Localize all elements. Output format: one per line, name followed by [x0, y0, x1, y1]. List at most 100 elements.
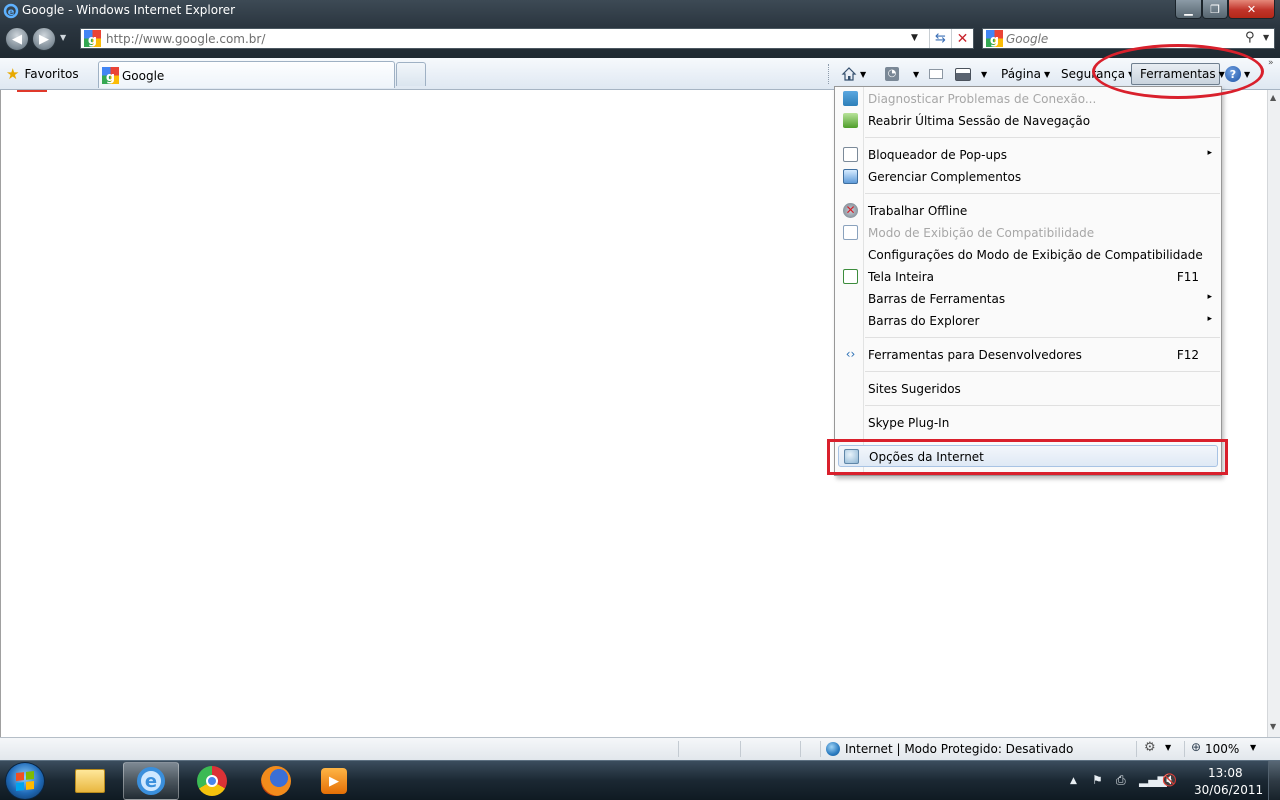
taskbar-google-chrome[interactable] — [184, 762, 240, 800]
zoom-magnifier-icon[interactable]: ⊕ — [1191, 740, 1201, 754]
taskbar-internet-explorer[interactable]: e — [123, 762, 179, 800]
folder-icon — [75, 769, 105, 793]
menu-item-reopen-session[interactable]: Reabrir Última Sessão de Navegação — [835, 110, 1221, 132]
menu-item-popup-blocker[interactable]: Bloqueador de Pop-ups ▸ — [835, 144, 1221, 166]
show-desktop-button[interactable] — [1268, 761, 1280, 800]
status-separator — [678, 741, 679, 757]
volume-muted-icon[interactable]: 🔇 — [1162, 773, 1177, 787]
taskbar-firefox[interactable] — [248, 762, 304, 800]
chevron-down-icon[interactable]: ▼ — [1165, 743, 1171, 752]
tab-google[interactable]: g Google — [98, 61, 395, 88]
back-button[interactable]: ◀ — [5, 27, 29, 51]
address-bar[interactable]: g ▼ ⇆ ✕ — [80, 28, 974, 49]
menu-item-skype-plugin[interactable]: Skype Plug-In — [835, 412, 1221, 434]
zoom-level[interactable]: 100% — [1205, 742, 1239, 756]
maximize-button[interactable]: ❐ — [1202, 0, 1228, 19]
protected-mode-gear-icon[interactable]: ⚙ — [1144, 740, 1156, 755]
reopen-session-icon — [843, 113, 858, 128]
action-center-flag-icon[interactable]: ⚑ — [1092, 773, 1103, 787]
shortcut-f11: F11 — [1176, 270, 1199, 284]
window-title: Google - Windows Internet Explorer — [22, 3, 236, 17]
google-favicon-icon: g — [84, 30, 101, 47]
refresh-icon: ⇆ — [935, 31, 946, 46]
home-button[interactable]: ▼ — [841, 63, 866, 85]
svg-text:g: g — [88, 33, 97, 47]
new-tab-button[interactable] — [396, 62, 426, 86]
window-chrome: e Google - Windows Internet Explorer ▁ ❐… — [0, 0, 1280, 58]
minimize-icon: ▁ — [1184, 2, 1193, 16]
status-separator — [740, 741, 741, 757]
clock-time[interactable]: 13:08 — [1208, 766, 1243, 780]
menu-item-compat-view[interactable]: Modo de Exibição de Compatibilidade — [835, 222, 1221, 244]
recent-pages-dropdown[interactable]: ▼ — [60, 33, 66, 42]
close-icon: ✕ — [1246, 2, 1257, 16]
system-tray: ▲ ⚑ ⎙ ▂▄▆ 🔇 13:08 30/06/2011 — [1066, 761, 1280, 800]
firefox-icon — [261, 766, 291, 796]
command-bar-separator — [828, 64, 829, 84]
show-hidden-icons-arrow-icon[interactable]: ▲ — [1070, 776, 1077, 786]
read-mail-button[interactable] — [929, 63, 943, 85]
address-input[interactable] — [106, 31, 906, 47]
forward-button[interactable]: ▶ — [32, 27, 56, 51]
mail-icon — [929, 69, 943, 79]
print-button[interactable]: ▼ — [955, 63, 987, 85]
status-separator — [800, 741, 801, 757]
google-search-provider-icon: g — [986, 30, 1003, 47]
page-menu-button[interactable]: Página ▼ — [1001, 63, 1050, 85]
security-zone-text[interactable]: Internet | Modo Protegido: Desativado — [845, 742, 1073, 756]
vertical-scrollbar[interactable]: ▲ ▼ — [1267, 90, 1280, 737]
feeds-dropdown-arrow[interactable]: ▼ — [913, 70, 919, 79]
arrow-left-icon: ◀ — [12, 31, 22, 47]
menu-item-compat-view-settings[interactable]: Configurações do Modo de Exibição de Com… — [835, 244, 1221, 266]
search-options-dropdown[interactable]: ▼ — [1263, 33, 1269, 42]
menu-item-work-offline[interactable]: ✕ Trabalhar Offline — [835, 200, 1221, 222]
menu-separator — [865, 193, 1220, 194]
status-separator — [1184, 741, 1185, 757]
internet-explorer-icon: e — [3, 3, 19, 19]
favorites-button[interactable]: ★ Favoritos — [6, 63, 79, 85]
clock-date[interactable]: 30/06/2011 — [1194, 783, 1263, 797]
feeds-button[interactable]: ◔ ▼ — [885, 63, 919, 85]
scroll-down-arrow-icon[interactable]: ▼ — [1270, 722, 1276, 731]
address-dropdown[interactable]: ▼ — [911, 33, 918, 43]
restore-icon: ❐ — [1210, 2, 1220, 16]
taskbar-windows-explorer[interactable] — [62, 762, 118, 800]
arrow-right-icon: ▶ — [39, 31, 49, 47]
menu-item-manage-addons[interactable]: Gerenciar Complementos — [835, 166, 1221, 188]
magnifier-icon: ⚲ — [1245, 30, 1255, 45]
menu-item-developer-tools[interactable]: ‹› Ferramentas para Desenvolvedores F12 — [835, 344, 1221, 366]
menu-item-suggested-sites[interactable]: Sites Sugeridos — [835, 378, 1221, 400]
status-separator — [1136, 741, 1137, 757]
taskbar-media-player[interactable]: ▶ — [306, 762, 362, 800]
zoom-dropdown-icon[interactable]: ▼ — [1250, 743, 1256, 752]
work-offline-icon: ✕ — [843, 203, 858, 218]
usb-device-icon[interactable]: ⎙ — [1116, 773, 1126, 788]
minimize-button[interactable]: ▁ — [1175, 0, 1202, 19]
close-button[interactable]: ✕ — [1228, 0, 1275, 19]
home-icon — [841, 67, 857, 81]
start-button[interactable] — [5, 762, 45, 800]
network-diagnose-icon — [843, 91, 858, 106]
menu-item-explorer-bars[interactable]: Barras do Explorer ▸ — [835, 310, 1221, 332]
fullscreen-icon — [843, 269, 858, 284]
home-dropdown-arrow[interactable]: ▼ — [860, 70, 866, 79]
print-dropdown-arrow[interactable]: ▼ — [981, 70, 987, 79]
more-commands-chevron-icon[interactable]: » — [1268, 58, 1274, 68]
chevron-down-icon: ▼ — [1043, 69, 1051, 79]
search-button[interactable]: ⚲ — [1245, 30, 1255, 45]
refresh-button[interactable]: ⇆ — [929, 29, 951, 48]
svg-text:g: g — [106, 70, 115, 84]
menu-item-full-screen[interactable]: Tela Inteira F11 — [835, 266, 1221, 288]
chrome-icon — [197, 766, 227, 796]
submenu-arrow-icon: ▸ — [1207, 148, 1212, 158]
submenu-arrow-icon: ▸ — [1207, 292, 1212, 302]
favorites-label: Favoritos — [24, 67, 79, 81]
annotation-ellipse-tools — [1092, 44, 1264, 99]
search-box[interactable]: g ⚲ ▼ — [982, 28, 1275, 49]
internet-explorer-icon: e — [137, 767, 165, 795]
scroll-up-arrow-icon[interactable]: ▲ — [1270, 93, 1276, 102]
submenu-arrow-icon: ▸ — [1207, 314, 1212, 324]
stop-button[interactable]: ✕ — [951, 29, 973, 48]
menu-item-toolbars[interactable]: Barras de Ferramentas ▸ — [835, 288, 1221, 310]
addons-icon — [843, 169, 858, 184]
